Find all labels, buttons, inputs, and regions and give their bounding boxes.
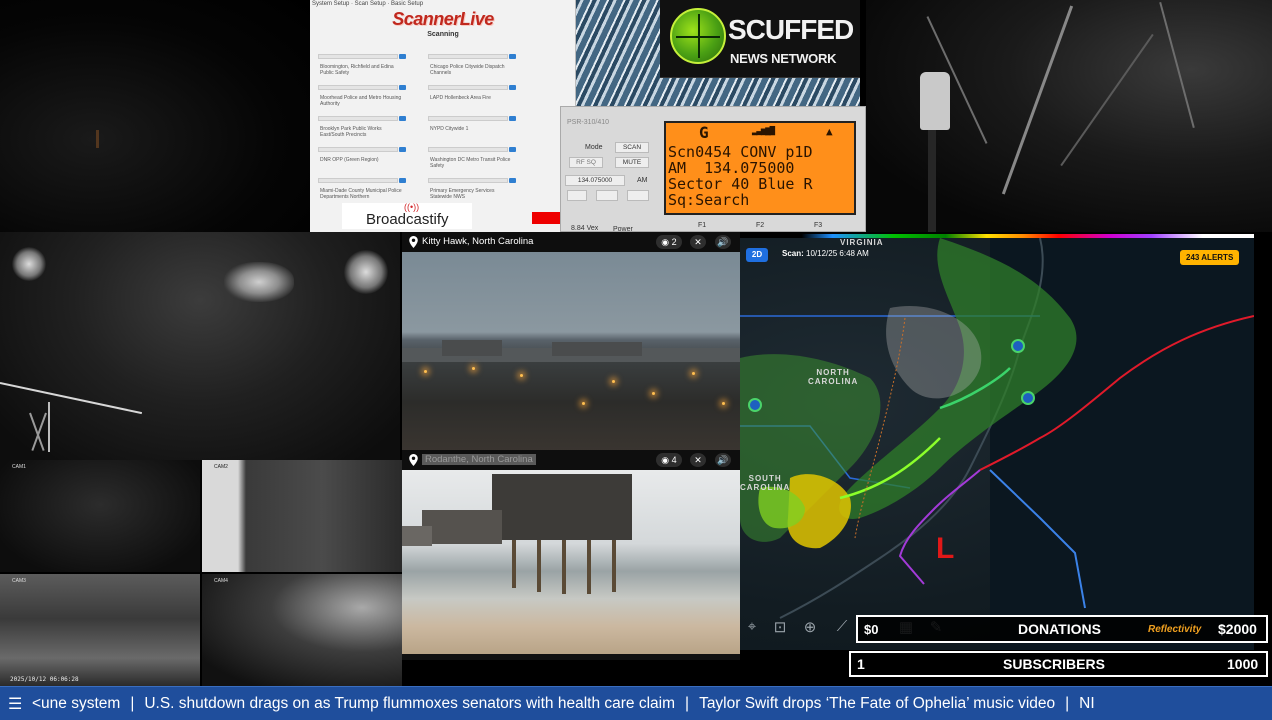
radio-model: PSR-310/410 — [567, 119, 610, 126]
low-pressure-marker: L — [936, 532, 955, 565]
eye-icon: ◉ — [661, 455, 670, 465]
security-camera-grid: CAM1 CAM2 CAM3 2025/10/12 06:06:28 CAM4 — [0, 460, 402, 686]
system-item[interactable]: Bloomington, Richfield and Edina Public … — [318, 54, 406, 85]
radio-button-b[interactable] — [596, 190, 618, 201]
mute-button[interactable]: MUTE — [615, 157, 649, 168]
video-frame — [402, 252, 740, 452]
globe-icon — [670, 8, 726, 64]
ticker-headlines: <une system | U.S. shutdown drags on as Tr… — [32, 695, 1095, 712]
alerts-badge[interactable]: 243 ALERTS — [1180, 250, 1240, 265]
system-item[interactable]: LAPD Hollenbeck Area Fire — [428, 85, 516, 116]
state-label-south-carolina: SOUTH CAROLINA — [740, 474, 791, 492]
subscribers-current: 1 — [857, 656, 865, 672]
f1-key[interactable]: F1 — [698, 222, 706, 229]
f3-key[interactable]: F3 — [814, 222, 822, 229]
top-left-night-camera — [0, 0, 310, 232]
camera-2[interactable]: CAM2 — [202, 460, 402, 572]
ticker-headline[interactable]: <une system — [32, 695, 120, 712]
camera-timestamp: 2025/10/12 06:06:28 — [10, 676, 79, 683]
system-item[interactable]: NYPD Citywide 1 — [428, 116, 516, 147]
system-item[interactable]: Brooklyn Park Public Works East/South Pr… — [318, 116, 406, 147]
weather-station-sensor — [920, 72, 950, 130]
radar-overlay — [740, 238, 1254, 619]
location-pin-icon — [409, 236, 418, 248]
subscribers-label: SUBSCRIBERS — [1003, 656, 1105, 672]
ticker-headline[interactable]: NI — [1079, 695, 1095, 712]
rfsq-button[interactable]: RF SQ — [569, 157, 603, 168]
donations-goal: $2000 — [1218, 621, 1257, 637]
am-label: AM — [637, 177, 648, 184]
radio-button-c[interactable] — [627, 190, 649, 201]
ticker-headline[interactable]: U.S. shutdown drags on as Trump flummoxe… — [144, 695, 675, 712]
view-mode-2d-badge[interactable]: 2D — [746, 248, 768, 262]
scanner-radio-panel: PSR-310/410 Mode SCAN RF SQ MUTE 134.075… — [560, 106, 866, 233]
radio-button-a[interactable] — [567, 190, 587, 201]
measure-icon[interactable]: ⟋ — [832, 618, 852, 635]
system-item[interactable]: Moorhead Police and Metro Housing Author… — [318, 85, 406, 116]
donations-sponsor: Reflectivity — [1148, 623, 1202, 635]
camera-1[interactable]: CAM1 — [0, 460, 200, 572]
signal-strength-icon: ▂▃▅▆▇ — [752, 126, 775, 136]
donations-current: $0 — [864, 621, 879, 637]
mode-label: Mode — [585, 144, 603, 151]
camera-3[interactable]: CAM3 2025/10/12 06:06:28 — [0, 574, 200, 686]
scanner-lcd-display: G ▂▃▅▆▇ ▲ Scn0454 CONV p1D AM 134.075000… — [664, 121, 856, 215]
system-item[interactable]: DNR OPP (Green Region) — [318, 147, 406, 178]
broadcastify-logo: ((•)) Broadcastify — [342, 203, 472, 229]
camera-4[interactable]: CAM4 — [202, 574, 402, 686]
weather-radar-map[interactable]: 2D Scan: 10/12/25 6:48 AM 243 ALERTS VIR… — [740, 238, 1254, 650]
news-ticker: ☰ <une system | U.S. shutdown drags on as … — [0, 686, 1272, 720]
video-header: Rodanthe, North Carolina ◉ 4 ✕ 🔊 — [402, 450, 740, 470]
viewer-count[interactable]: ◉ 2 — [656, 235, 682, 249]
scanner-menu[interactable]: System Setup · Scan Setup · Basic Setup — [312, 1, 423, 7]
scanner-app-window: System Setup · Scan Setup · Basic Setup … — [310, 0, 576, 232]
ticker-headline[interactable]: Taylor Swift drops ‘The Fate of Ophelia’… — [699, 695, 1055, 712]
video-frame — [402, 470, 740, 654]
backyard-night-camera — [0, 232, 400, 460]
live-video-kitty-hawk[interactable]: Kitty Hawk, North Carolina ◉ 2 ✕ 🔊 — [402, 232, 740, 452]
scanning-status: Scanning — [427, 31, 459, 38]
frequency-field[interactable]: 134.075000 — [565, 175, 625, 186]
volume-icon[interactable]: 🔊 — [715, 453, 731, 467]
subscribers-goal-bar: 1 SUBSCRIBERS 1000 — [849, 651, 1268, 677]
viewer-count[interactable]: ◉ 4 — [656, 453, 682, 467]
location-pin-icon — [409, 454, 418, 466]
state-label-virginia: VIRGINIA — [840, 238, 884, 247]
systems-list-right: Chicago Police Citywide Dispatch Channel… — [428, 54, 516, 209]
donations-label: DONATIONS — [1018, 621, 1101, 637]
video-header: Kitty Hawk, North Carolina ◉ 2 ✕ 🔊 — [402, 232, 740, 252]
voltage-readout: 8.84 Vex — [571, 225, 599, 232]
video-location-label: Kitty Hawk, North Carolina — [422, 236, 534, 247]
close-icon[interactable]: ✕ — [690, 235, 706, 249]
triangle-up-icon: ▲ — [826, 125, 833, 138]
subscribers-goal: 1000 — [1227, 656, 1259, 672]
menu-icon[interactable]: ☰ — [8, 694, 22, 714]
top-right-night-camera — [866, 0, 1272, 232]
f2-key[interactable]: F2 — [756, 222, 764, 229]
donations-goal-bar: $0 DONATIONS Reflectivity $2000 — [856, 615, 1268, 643]
live-video-rodanthe[interactable]: Rodanthe, North Carolina ◉ 4 ✕ 🔊 — [402, 450, 740, 660]
state-label-north-carolina: NORTH CAROLINA — [808, 368, 859, 386]
system-item[interactable]: Washington DC Metro Transit Police Safet… — [428, 147, 516, 178]
screenshot-icon[interactable]: ⊡ — [770, 618, 790, 636]
systems-list-left: Bloomington, Richfield and Edina Public … — [318, 54, 406, 209]
eye-icon: ◉ — [661, 237, 670, 247]
scannerlive-logo: ScannerLive — [392, 9, 494, 29]
crosshair-icon[interactable]: ⊕ — [800, 618, 820, 636]
scuffed-news-logo: SCUFFED NEWS NETWORK — [660, 0, 860, 78]
scan-button[interactable]: SCAN — [615, 142, 649, 153]
system-item[interactable]: Chicago Police Citywide Dispatch Channel… — [428, 54, 516, 85]
volume-icon[interactable]: 🔊 — [715, 235, 731, 249]
close-icon[interactable]: ✕ — [690, 453, 706, 467]
location-pin-icon[interactable]: ⌖ — [742, 618, 762, 635]
video-location-label: Rodanthe, North Carolina — [422, 454, 536, 465]
scan-time: Scan: 10/12/25 6:48 AM — [782, 249, 869, 258]
